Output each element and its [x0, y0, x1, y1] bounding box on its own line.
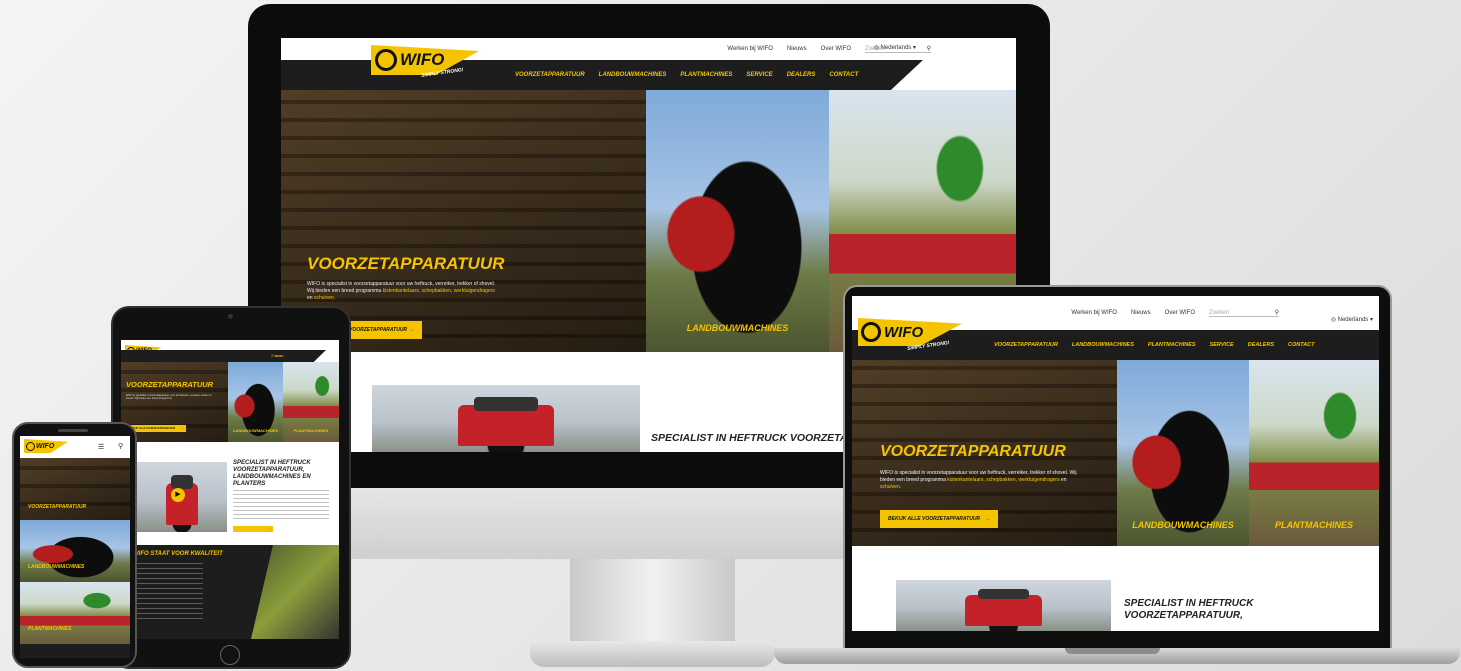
tablet-navbar: ☰ MENU: [121, 350, 326, 362]
language-label: Nederlands: [880, 45, 912, 51]
laptop-menu-dealers[interactable]: DEALERS: [1248, 342, 1274, 348]
laptop-menu-service[interactable]: SERVICE: [1210, 342, 1234, 348]
tablet-camera: [228, 314, 233, 319]
monitor-stand: [570, 559, 735, 644]
laptop-menu-contact[interactable]: CONTACT: [1288, 342, 1314, 348]
laptop-arrow-icon: →: [985, 516, 990, 522]
tablet-body-text: [233, 490, 329, 520]
menu-landbouwmachines[interactable]: LANDBOUWMACHINES: [599, 72, 667, 78]
laptop-specialist-heading: SPECIALIST IN HEFTRUCK VOORZETAPPARATUUR…: [1124, 598, 1254, 621]
laptop-topnav-werken[interactable]: Werken bij WIFO: [1071, 310, 1117, 316]
tablet-menu-icon[interactable]: ☰ MENU: [271, 354, 283, 358]
laptop-menu-landbouw[interactable]: LANDBOUWMACHINES: [1072, 342, 1134, 348]
laptop-logo-swirl-icon: [861, 322, 881, 342]
arrow-right-icon: →: [409, 327, 414, 333]
topnav-werken[interactable]: Werken bij WIFO: [727, 46, 773, 52]
language-select[interactable]: ◎ Nederlands ▾: [874, 44, 916, 51]
menu-dealers[interactable]: DEALERS: [787, 72, 816, 78]
panel-label-landbouw: LANDBOUWMACHINES: [686, 323, 789, 333]
laptop-menu-voorzet[interactable]: VOORZETAPPARATUUR: [994, 342, 1058, 348]
laptop-hero-2[interactable]: LANDBOUWMACHINES: [1117, 360, 1249, 546]
globe-icon: ◎: [873, 45, 879, 51]
phone-menu-icon[interactable]: ☰: [98, 443, 104, 451]
topnav-nieuws[interactable]: Nieuws: [787, 46, 807, 52]
menu-contact[interactable]: CONTACT: [829, 72, 858, 78]
phone-screen: WIFO ☰ ⚲ VOORZETAPPARATUUR LANDBOUWMACHI…: [20, 436, 130, 658]
chevron-down-icon: ▾: [912, 45, 916, 51]
laptop-hero-text: WIFO is specialist in voorzetapparatuur …: [880, 470, 1077, 490]
hero-title: VOORZETAPPARATUUR: [307, 254, 505, 273]
hero-text: WIFO is specialist in voorzetapparatuur …: [307, 281, 496, 301]
tablet-hero-2[interactable]: LANDBOUWMACHINES: [228, 362, 283, 442]
topnav-over[interactable]: Over WIFO: [821, 46, 851, 52]
laptop-hero-1[interactable]: VOORZETAPPARATUUR WIFO is specialist in …: [852, 360, 1117, 546]
logo-text: WIFO: [400, 50, 445, 69]
menu-plantmachines[interactable]: PLANTMACHINES: [680, 72, 732, 78]
tablet-specialist-heading: SPECIALIST IN HEFTRUCK VOORZETAPPARATUUR…: [233, 460, 311, 487]
laptop-label-landbouw: LANDBOUWMACHINES: [1132, 520, 1234, 530]
laptop-globe-icon: ◎: [1330, 317, 1336, 323]
laptop-hero-title: VOORZETAPPARATUUR: [880, 443, 1066, 460]
laptop-hero-3[interactable]: PLANTMACHINES: [1249, 360, 1379, 546]
play-icon[interactable]: ▶: [171, 488, 185, 502]
laptop-label-plant: PLANTMACHINES: [1275, 520, 1353, 530]
menu-service[interactable]: SERVICE: [746, 72, 772, 78]
phone-speaker: [58, 429, 88, 432]
laptop-search-icon[interactable]: ⚲: [1275, 309, 1279, 316]
laptop-cta[interactable]: BEKIJK ALLE VOORZETAPPARATUUR →: [880, 510, 998, 528]
phone-panel-2[interactable]: LANDBOUWMACHINES: [20, 520, 130, 582]
laptop-tractor-photo: [896, 580, 1111, 631]
search-icon[interactable]: ⚲: [927, 45, 931, 52]
phone-search-icon[interactable]: ⚲: [118, 442, 123, 450]
phone-panel-3[interactable]: PLANTMACHINES: [20, 582, 130, 644]
laptop-screen: Werken bij WIFO Nieuws Over WIFO Zoeken …: [852, 296, 1379, 631]
hero-panel-landbouw[interactable]: LANDBOUWMACHINES: [646, 90, 829, 352]
tablet-hero-1[interactable]: VOORZETAPPARATUUR WIFO is specialist in …: [121, 362, 228, 442]
logo-swirl-icon: [375, 49, 397, 71]
laptop-language-select[interactable]: ◎ Nederlands ▾: [1331, 316, 1373, 323]
laptop-search-field[interactable]: Zoeken ⚲: [1209, 309, 1279, 317]
laptop-topnav-over[interactable]: Over WIFO: [1165, 310, 1195, 316]
tablet-cta-2[interactable]: →: [233, 526, 273, 532]
tablet-hero-3[interactable]: PLANTMACHINES: [283, 362, 339, 442]
laptop-menu-plant[interactable]: PLANTMACHINES: [1148, 342, 1196, 348]
phone-panel-1[interactable]: VOORZETAPPARATUUR: [20, 458, 130, 520]
laptop-notch: [1065, 648, 1160, 654]
laptop-topnav-nieuws[interactable]: Nieuws: [1131, 310, 1151, 316]
menu-voorzetapparatuur[interactable]: VOORZETAPPARATUUR: [515, 72, 585, 78]
tablet-quality-section: WIFO STAAT VOOR KWALITEIT: [121, 545, 339, 639]
laptop-chevron-icon: ▾: [1369, 317, 1373, 323]
tablet-quality-heading: WIFO STAAT VOOR KWALITEIT: [133, 551, 223, 557]
tablet-home-button: [220, 645, 240, 665]
tablet-screen: WIFO ☰ MENU VOORZETAPPARATUUR WIFO is sp…: [121, 340, 339, 639]
tractor-photo: [372, 385, 640, 453]
monitor-foot: [530, 641, 775, 667]
